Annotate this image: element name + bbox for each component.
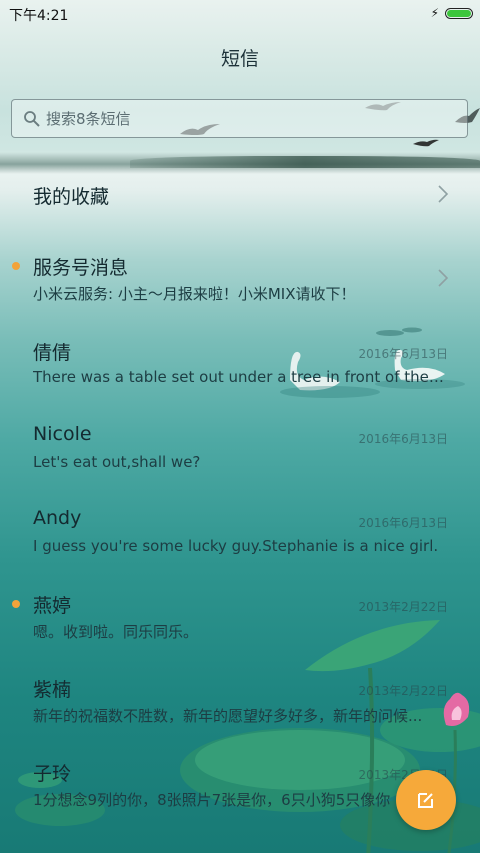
charging-icon: ⚡	[430, 6, 439, 20]
search-bar[interactable]: 搜索8条短信	[11, 99, 468, 138]
message-preview: 嗯。收到啦。同乐同乐。	[33, 623, 199, 641]
chevron-right-icon	[438, 185, 449, 203]
conversation-row[interactable]: 倩倩 There was a table set out under a tree…	[0, 325, 480, 409]
hills-decoration	[130, 156, 480, 168]
message-preview: There was a table set out under a tree i…	[33, 368, 448, 386]
contact-name: 子玲	[33, 763, 72, 785]
contact-name: 燕婷	[33, 595, 72, 617]
conversation-row[interactable]: Nicole Let's eat out,shall we? 2016年6月13日	[0, 410, 480, 494]
unread-dot	[12, 600, 20, 608]
contact-name: Nicole	[33, 423, 92, 445]
compose-button[interactable]	[396, 770, 456, 830]
contact-name: Andy	[33, 507, 82, 529]
unread-dot	[12, 262, 20, 270]
page-title: 短信	[220, 48, 259, 70]
contact-name: 倩倩	[33, 342, 72, 364]
status-icons: ⚡	[431, 6, 473, 20]
message-preview: Let's eat out,shall we?	[33, 453, 201, 471]
conversation-row[interactable]: 紫楠新年的祝福数不胜数，新年的愿望好多好多，新年的问候... 2013年2月22日	[0, 662, 480, 746]
status-bar: 下午4:21 ⚡	[0, 0, 480, 28]
contact-name: 紫楠	[33, 679, 72, 701]
status-time: 下午4:21	[9, 8, 69, 24]
favorites-row[interactable]: 我的收藏	[0, 170, 480, 220]
search-input[interactable]: 搜索8条短信	[46, 108, 131, 129]
message-preview: I guess you're some lucky guy.Stephanie …	[33, 537, 439, 555]
edit-icon	[418, 793, 433, 808]
search-icon	[18, 108, 46, 130]
message-preview: 1分想念9列的你，8张照片7张是你，6只小狗5只像你	[33, 791, 391, 809]
message-date: 2013年2月22日	[358, 600, 448, 614]
message-date: 2016年6月13日	[358, 516, 448, 530]
conversation-row[interactable]: Andy I guess you're some lucky guy.Stepha…	[0, 494, 480, 578]
conversation-row[interactable]: 燕婷嗯。收到啦。同乐同乐。 2013年2月22日	[0, 578, 480, 662]
message-date: 2013年2月22日	[358, 684, 448, 698]
message-preview: 小米云服务: 小主～月报来啦！小米MIX请收下！	[33, 285, 356, 303]
chevron-right-icon	[438, 269, 449, 287]
battery-icon	[445, 7, 473, 19]
message-date: 2016年6月13日	[358, 432, 448, 446]
favorites-label: 我的收藏	[33, 186, 110, 208]
message-date: 2016年6月13日	[358, 347, 448, 361]
conversation-row[interactable]: 服务号消息小米云服务: 小主～月报来啦！小米MIX请收下！	[0, 240, 480, 324]
message-preview: 新年的祝福数不胜数，新年的愿望好多好多，新年的问候...	[33, 707, 423, 725]
contact-name: 服务号消息	[33, 257, 129, 279]
